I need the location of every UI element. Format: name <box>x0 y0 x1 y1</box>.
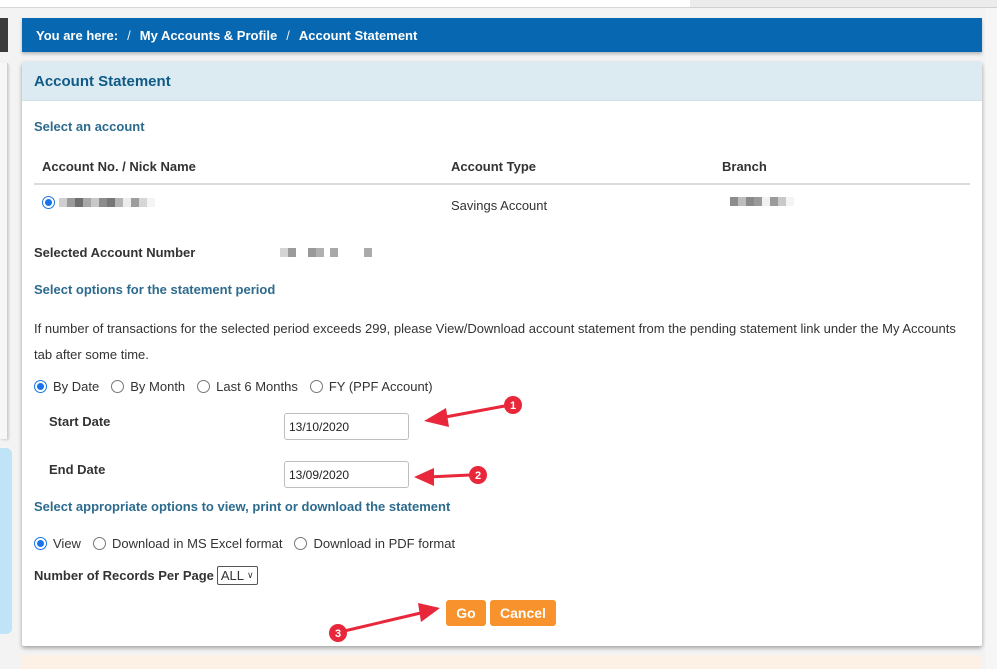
option-label: FY (PPF Account) <box>328 379 433 394</box>
account-number-redacted <box>59 198 155 207</box>
radio-last-6-months[interactable] <box>197 380 211 393</box>
period-option-fy-ppf[interactable]: FY (PPF Account) <box>309 379 433 394</box>
breadcrumb-prefix: You are here: <box>36 27 119 43</box>
breadcrumb: You are here: / My Accounts & Profile / … <box>22 18 982 52</box>
end-date-label: End Date <box>49 462 106 477</box>
end-date-input[interactable]: 13/09/2020 <box>284 461 409 488</box>
go-button[interactable]: Go <box>446 600 486 626</box>
breadcrumb-my-accounts[interactable]: My Accounts & Profile <box>140 28 277 43</box>
left-info-panel-edge <box>0 448 12 634</box>
records-per-page-value: ALL <box>220 568 245 583</box>
output-option-pdf[interactable]: Download in PDF format <box>294 536 455 551</box>
breadcrumb-account-statement: Account Statement <box>298 27 418 43</box>
account-statement-panel: Account Statement Select an account Acco… <box>22 62 982 646</box>
branch-redacted <box>730 197 794 206</box>
radio-pdf[interactable] <box>294 537 308 550</box>
radio-by-month[interactable] <box>111 380 125 393</box>
transactions-notice: If number of transactions for the select… <box>34 321 956 362</box>
output-option-view[interactable]: View <box>34 536 81 551</box>
period-option-by-date[interactable]: By Date <box>34 379 99 394</box>
period-option-last-6-months[interactable]: Last 6 Months <box>197 379 298 394</box>
output-options: View Download in MS Excel format Downloa… <box>34 536 467 551</box>
output-option-excel[interactable]: Download in MS Excel format <box>92 536 283 551</box>
option-label: By Date <box>53 379 100 394</box>
account-table: Account No. / Nick Name Account Type Bra… <box>34 150 970 225</box>
option-label: View <box>53 536 81 551</box>
period-options: By Date By Month Last 6 Months FY (PPF A… <box>34 379 445 394</box>
right-page-edge <box>985 8 997 669</box>
left-nav-dark-edge <box>0 18 8 52</box>
selected-account-value-redacted <box>280 248 372 257</box>
start-date-label: Start Date <box>49 414 111 429</box>
option-label: Last 6 Months <box>216 379 298 394</box>
records-per-page-select[interactable]: ALL ∨ <box>216 566 258 585</box>
option-label: By Month <box>130 379 186 394</box>
option-label: Download in PDF format <box>313 536 456 551</box>
period-title: Select options for the statement period <box>34 282 276 297</box>
radio-view[interactable] <box>34 537 47 550</box>
cancel-button[interactable]: Cancel <box>490 600 556 626</box>
start-date-input[interactable]: 13/10/2020 <box>284 413 409 440</box>
account-table-header: Account No. / Nick Name Account Type Bra… <box>34 150 970 185</box>
records-per-page-label: Number of Records Per Page <box>34 568 214 583</box>
breadcrumb-separator: / <box>127 27 131 43</box>
selected-account-label: Selected Account Number <box>34 245 196 260</box>
radio-by-date[interactable] <box>34 380 47 393</box>
account-row[interactable]: Savings Account <box>34 185 970 225</box>
chevron-down-icon: ∨ <box>247 570 254 580</box>
browser-top-strip-right <box>690 0 997 8</box>
radio-excel[interactable] <box>92 537 106 550</box>
breadcrumb-separator: / <box>286 27 290 43</box>
period-option-by-month[interactable]: By Month <box>111 379 185 394</box>
radio-fy-ppf[interactable] <box>309 380 323 393</box>
records-per-page-row: Number of Records Per Page ALL ∨ <box>34 566 258 585</box>
output-title: Select appropriate options to view, prin… <box>34 499 451 514</box>
select-account-title: Select an account <box>34 119 145 134</box>
col-account-no: Account No. / Nick Name <box>42 159 196 174</box>
option-label: Download in MS Excel format <box>111 536 283 551</box>
account-radio[interactable] <box>42 196 55 209</box>
bottom-panel-edge <box>22 655 982 669</box>
account-type-value: Savings Account <box>451 198 548 213</box>
left-sidebar-panel-edge <box>0 63 8 439</box>
panel-header: Account Statement <box>22 62 982 101</box>
col-branch: Branch <box>722 159 767 174</box>
panel-title: Account Statement <box>34 72 171 90</box>
col-account-type: Account Type <box>451 159 536 174</box>
